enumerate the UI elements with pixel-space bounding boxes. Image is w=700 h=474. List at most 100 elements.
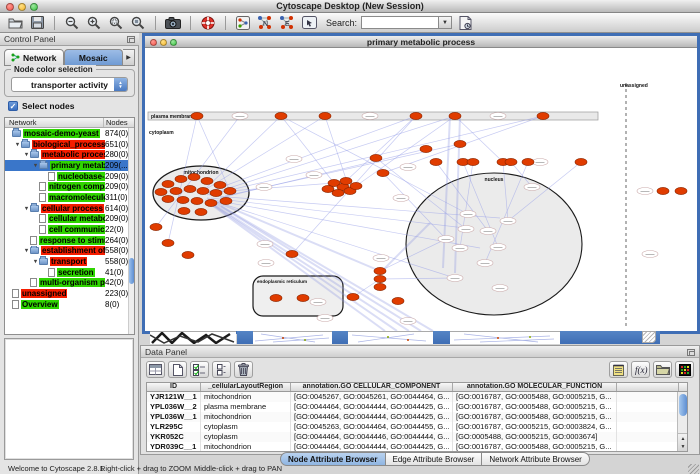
float-panel-icon[interactable] [687, 349, 695, 356]
network-node[interactable] [377, 169, 389, 176]
network-node[interactable] [197, 187, 209, 194]
tab-mosaic[interactable]: Mosaic [64, 49, 124, 66]
network-window-titlebar[interactable]: primary metabolic process [145, 36, 697, 48]
tree-scrollbar[interactable] [128, 128, 134, 334]
tree-row[interactable]: mosaic-demo-yeast874(0) [5, 128, 134, 139]
annotation-icon[interactable] [300, 15, 318, 31]
network-node[interactable] [270, 294, 282, 301]
network-node[interactable] [205, 199, 217, 206]
network-node[interactable] [182, 251, 194, 258]
network-node[interactable] [150, 223, 162, 230]
attribute-doc-icon[interactable] [456, 15, 474, 31]
network-node[interactable] [575, 158, 587, 165]
notepad-icon[interactable] [609, 361, 628, 378]
select-nodes-checkbox[interactable]: ✓ [8, 101, 18, 111]
tabs-overflow-arrow[interactable]: ▶ [123, 49, 135, 66]
tree-row[interactable]: multi-organism pro42(0) [5, 278, 134, 289]
tree-row[interactable]: unassigned223(0) [5, 288, 134, 299]
network-node[interactable] [347, 293, 359, 300]
tree-row[interactable]: secretion41(0) [5, 267, 134, 278]
network-node[interactable] [224, 187, 236, 194]
network-node[interactable] [374, 275, 386, 282]
network-node[interactable] [392, 297, 404, 304]
network-node[interactable] [220, 197, 232, 204]
network-node[interactable] [191, 112, 203, 119]
network-node[interactable] [522, 158, 534, 165]
table-scrollbar[interactable]: ▲▼ [677, 392, 687, 451]
table-row[interactable]: YDR039C__1mitochondrion[GO:0044464, GO:0… [147, 442, 687, 452]
select-nodes-option[interactable]: ✓ Select nodes [8, 101, 74, 111]
network-node[interactable] [297, 294, 309, 301]
expander-triangle-icon[interactable]: ▾ [23, 205, 30, 212]
network-node[interactable] [175, 175, 187, 182]
float-panel-icon[interactable] [127, 36, 135, 43]
table-scrollbar-thumb[interactable] [679, 394, 687, 416]
tree-row[interactable]: response to stimulu264(0) [5, 235, 134, 246]
search-dropdown-button[interactable]: ▼ [439, 16, 452, 29]
network-node[interactable] [340, 177, 352, 184]
layout-nodes-icon[interactable]: N [256, 15, 274, 31]
network-node[interactable] [657, 187, 669, 194]
network-node[interactable] [201, 177, 213, 184]
tree-scrollbar-thumb[interactable] [129, 258, 134, 284]
tree-row[interactable]: ▾biological_process651(0) [5, 139, 134, 150]
expander-triangle-icon[interactable]: ▾ [23, 151, 30, 158]
network-node[interactable] [675, 187, 687, 194]
table-row[interactable]: YJR121W__1mitochondrion[GO:0045267, GO:0… [147, 392, 687, 402]
unselect-attributes-icon[interactable] [212, 361, 231, 378]
tree-row[interactable]: cell communicat22(0) [5, 224, 134, 235]
import-attributes-folder-icon[interactable] [653, 361, 672, 378]
network-node[interactable] [410, 112, 422, 119]
tree-row[interactable]: macromolecule311(0) [5, 192, 134, 203]
tab-network[interactable]: Network [4, 49, 64, 66]
help-lifesaver-icon[interactable] [199, 15, 217, 31]
network-node[interactable] [430, 158, 442, 165]
network-node[interactable] [449, 112, 461, 119]
table-scrollbar-arrows[interactable]: ▲▼ [678, 433, 688, 451]
network-overview-icon[interactable] [234, 15, 252, 31]
network-node[interactable] [420, 145, 432, 152]
network-node[interactable] [370, 154, 382, 161]
network-node[interactable] [454, 140, 466, 147]
zoom-out-icon[interactable] [63, 15, 81, 31]
layout-edges-icon[interactable]: E [278, 15, 296, 31]
network-node[interactable] [184, 185, 196, 192]
network-node[interactable] [505, 158, 517, 165]
network-node[interactable] [275, 112, 287, 119]
table-column-header[interactable] [617, 383, 679, 391]
tree-row[interactable]: ▾cellular process614(0) [5, 203, 134, 214]
zoom-selected-icon[interactable] [107, 15, 125, 31]
network-node[interactable] [188, 173, 200, 180]
table-column-header[interactable]: ID [147, 383, 201, 391]
tree-col-network[interactable]: Network [5, 118, 104, 127]
tree-row[interactable]: Overview8(0) [5, 299, 134, 310]
tree-row[interactable]: nitrogen compou209(0) [5, 181, 134, 192]
delete-attribute-trash-icon[interactable] [234, 361, 253, 378]
network-node[interactable] [537, 112, 549, 119]
network-node[interactable] [195, 208, 207, 215]
expander-triangle-icon[interactable]: ▾ [32, 258, 39, 265]
select-attributes-icon[interactable] [190, 361, 209, 378]
network-node[interactable] [191, 197, 203, 204]
zoom-in-icon[interactable] [85, 15, 103, 31]
new-attribute-icon[interactable] [168, 361, 187, 378]
table-column-header[interactable]: annotation.GO MOLECULAR_FUNCTION [453, 383, 617, 391]
table-column-header[interactable]: annotation.GO CELLULAR_COMPONENT [291, 383, 453, 391]
network-canvas[interactable]: plasma membranecytoplasmmitochondrionnuc… [145, 48, 697, 331]
network-node[interactable] [374, 283, 386, 290]
tree-col-nodes[interactable]: Nodes [104, 118, 134, 127]
heatmap-icon[interactable] [675, 361, 694, 378]
network-node[interactable] [162, 180, 174, 187]
expander-triangle-icon[interactable]: ▾ [23, 247, 30, 254]
tree-row[interactable]: ▾establishment of lo558(0) [5, 246, 134, 257]
network-node[interactable] [319, 112, 331, 119]
network-node[interactable] [322, 185, 334, 192]
snapshot-camera-icon[interactable] [164, 15, 182, 31]
search-input[interactable] [361, 16, 439, 29]
network-node[interactable] [178, 207, 190, 214]
function-builder-icon[interactable]: f(x) [631, 361, 650, 378]
network-node[interactable] [162, 239, 174, 246]
save-icon[interactable] [28, 15, 46, 31]
table-row[interactable]: YKR052Ccytoplasm[GO:0044464, GO:0044446,… [147, 432, 687, 442]
background-window-resize-grip[interactable] [642, 331, 656, 343]
